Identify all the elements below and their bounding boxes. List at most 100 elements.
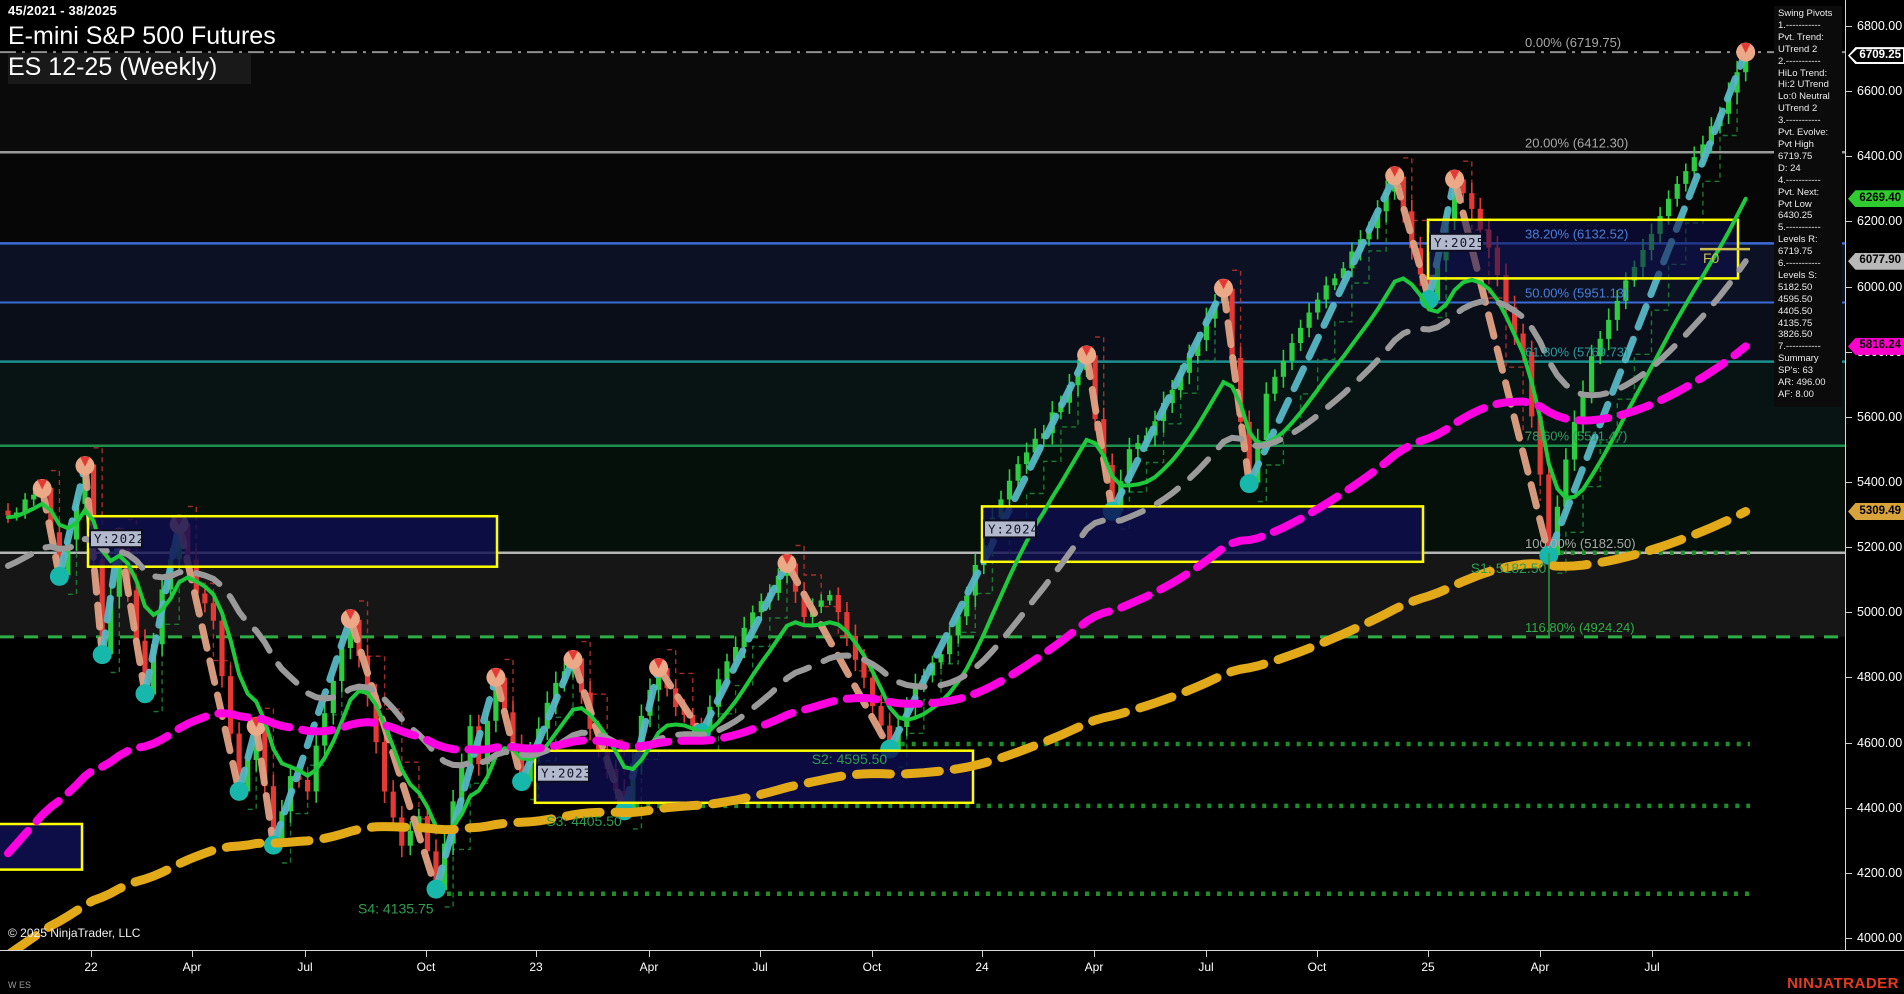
svg-text:61.80% (5769.73): 61.80% (5769.73) [1525, 345, 1628, 360]
svg-text:Y:2022: Y:2022 [94, 531, 145, 546]
date-range-label: 45/2021 - 38/2025 [8, 3, 276, 18]
panel-line: 3826.50 [1778, 329, 1842, 341]
time-tick-label: Oct [1308, 960, 1327, 974]
price-tick-label: 4000.00 [1857, 931, 1902, 945]
time-tick-label: Apr [183, 960, 202, 974]
time-tick-label: Oct [863, 960, 882, 974]
price-tick [1846, 612, 1852, 613]
panel-line: SP's: 63 [1778, 365, 1842, 377]
ninjatrader-logo: NINJATRADER [1787, 975, 1899, 992]
panel-line: UTrend 2 [1778, 44, 1842, 56]
panel-line: 1.----------- [1778, 20, 1842, 32]
price-marker: 6709.25 [1848, 47, 1904, 64]
svg-text:S3: 4405.50: S3: 4405.50 [546, 813, 622, 829]
price-marker: 5816.24 [1848, 338, 1904, 355]
time-tick-label: 22 [84, 960, 97, 974]
panel-line: AF: 8.00 [1778, 389, 1842, 401]
panel-line: 6719.75 [1778, 246, 1842, 258]
chart-canvas[interactable]: F0Y:2022Y:2023Y:2024Y:20250.00% (6719.75… [0, 0, 1845, 950]
time-tick-label: Apr [640, 960, 659, 974]
panel-line: Summary [1778, 353, 1842, 365]
panel-line: Pvt. Evolve: [1778, 127, 1842, 139]
instrument-code-label: W ES [8, 980, 31, 990]
time-tick [1652, 951, 1653, 957]
time-tick-label: Jul [1644, 960, 1659, 974]
chart-header: 45/2021 - 38/2025 E-mini S&P 500 Futures… [8, 3, 276, 84]
time-tick-label: Jul [1198, 960, 1213, 974]
time-tick [536, 951, 537, 957]
price-axis[interactable]: 6800.006600.006400.006200.006000.005800.… [1845, 0, 1904, 950]
time-tick [982, 951, 983, 957]
price-tick [1846, 156, 1852, 157]
time-tick-label: Jul [752, 960, 767, 974]
time-tick-label: Apr [1531, 960, 1550, 974]
price-marker: 6269.40 [1848, 190, 1904, 207]
swing-pivots-panel: Swing Pivots1.-----------Pvt. Trend:UTre… [1774, 6, 1842, 407]
time-tick-label: 23 [529, 960, 542, 974]
price-tick-label: 6400.00 [1857, 149, 1902, 163]
time-tick [426, 951, 427, 957]
price-marker: 5309.49 [1848, 503, 1904, 520]
svg-text:S2: 4595.50: S2: 4595.50 [812, 751, 888, 767]
time-tick-label: Apr [1085, 960, 1104, 974]
panel-line: Pvt High [1778, 139, 1842, 151]
panel-line: 2.----------- [1778, 56, 1842, 68]
price-tick [1846, 873, 1852, 874]
panel-line: HiLo Trend: [1778, 68, 1842, 80]
panel-line: Hi:2 UTrend [1778, 79, 1842, 91]
panel-line: AR: 496.00 [1778, 377, 1842, 389]
time-tick [872, 951, 873, 957]
panel-line: Pvt Low [1778, 199, 1842, 211]
time-tick [91, 951, 92, 957]
price-tick [1846, 677, 1852, 678]
panel-line: Levels R: [1778, 234, 1842, 246]
price-tick-label: 5600.00 [1857, 410, 1902, 424]
price-tick-label: 6600.00 [1857, 84, 1902, 98]
panel-line: 4135.75 [1778, 318, 1842, 330]
price-tick [1846, 287, 1852, 288]
copyright-label: © 2025 NinjaTrader, LLC [8, 926, 140, 940]
panel-line: 6.----------- [1778, 258, 1842, 270]
svg-text:Y:2025: Y:2025 [1434, 235, 1485, 250]
time-tick [192, 951, 193, 957]
panel-line: 4405.50 [1778, 306, 1842, 318]
instrument-title: E-mini S&P 500 Futures [8, 22, 276, 51]
ninjatrader-chart-window: F0Y:2022Y:2023Y:2024Y:20250.00% (6719.75… [0, 0, 1904, 994]
time-tick-label: Oct [417, 960, 436, 974]
price-tick-label: 6800.00 [1857, 19, 1902, 33]
price-tick [1846, 91, 1852, 92]
price-tick [1846, 221, 1852, 222]
panel-line: 6719.75 [1778, 151, 1842, 163]
panel-line: Levels S: [1778, 270, 1842, 282]
panel-line: D: 24 [1778, 163, 1842, 175]
time-tick-label: Jul [297, 960, 312, 974]
price-tick-label: 6200.00 [1857, 214, 1902, 228]
panel-line: 4595.50 [1778, 294, 1842, 306]
svg-text:Y:2023: Y:2023 [541, 766, 592, 781]
price-tick-label: 4400.00 [1857, 801, 1902, 815]
price-tick [1846, 352, 1852, 353]
price-marker: 6077.90 [1848, 253, 1904, 270]
svg-text:0.00% (6719.75): 0.00% (6719.75) [1525, 35, 1621, 50]
chart-surface[interactable]: F0Y:2022Y:2023Y:2024Y:20250.00% (6719.75… [0, 0, 1845, 950]
price-tick-label: 6000.00 [1857, 280, 1902, 294]
price-tick-label: 4800.00 [1857, 670, 1902, 684]
contract-subtitle: ES 12-25 (Weekly) [8, 53, 251, 84]
time-axis[interactable]: W ES NINJATRADER 22 Apr Jul Oct 23 Apr Jul Oct 2… [0, 950, 1904, 994]
price-tick [1846, 26, 1852, 27]
panel-line: 6430.25 [1778, 210, 1842, 222]
svg-text:F0: F0 [1703, 250, 1720, 266]
time-tick [1206, 951, 1207, 957]
price-tick-label: 5200.00 [1857, 540, 1902, 554]
time-tick-label: 25 [1421, 960, 1434, 974]
svg-text:100.00% (5182.50): 100.00% (5182.50) [1525, 536, 1636, 551]
price-tick [1846, 808, 1852, 809]
price-tick-label: 5400.00 [1857, 475, 1902, 489]
panel-line: 5.----------- [1778, 222, 1842, 234]
svg-text:50.00% (5951.13): 50.00% (5951.13) [1525, 286, 1628, 301]
svg-text:116.80% (4924.24): 116.80% (4924.24) [1525, 620, 1635, 635]
time-tick [760, 951, 761, 957]
price-tick-label: 4200.00 [1857, 866, 1902, 880]
time-tick [1540, 951, 1541, 957]
panel-line: 5182.50 [1778, 282, 1842, 294]
